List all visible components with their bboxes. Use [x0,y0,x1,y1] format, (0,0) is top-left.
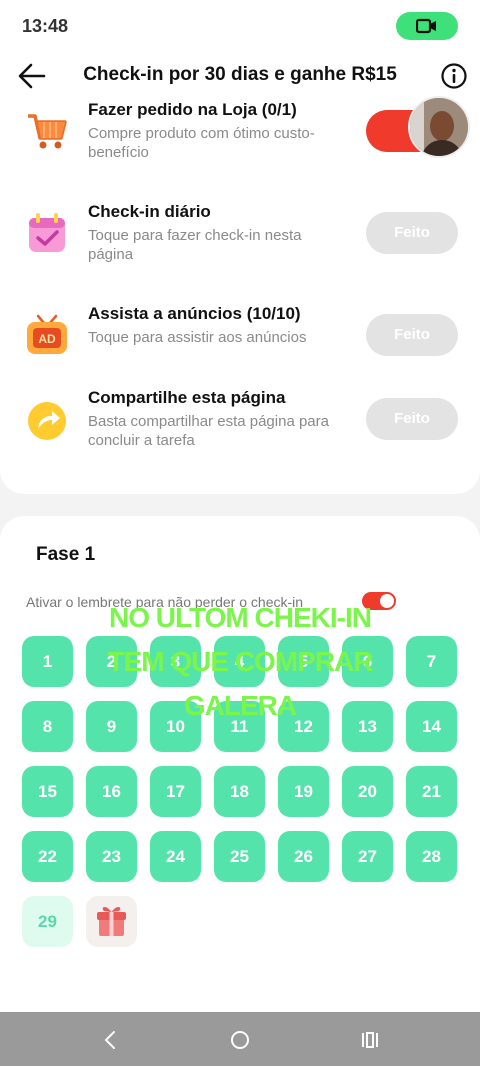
day-cell[interactable]: 21 [406,766,457,817]
nav-recents-icon[interactable] [356,1026,384,1054]
video-camera-icon [416,18,436,34]
day-cell[interactable]: 7 [406,636,457,687]
phase-title: Fase 1 [36,544,96,565]
day-cell[interactable]: 5 [278,636,329,687]
nav-back-icon[interactable] [96,1026,124,1054]
day-cell[interactable]: 13 [342,701,393,752]
calendar-check-icon [29,213,65,252]
task-description: Compre produto com ótimo custo-benefício [88,125,315,161]
done-button[interactable]: Feito [366,212,458,254]
info-icon[interactable] [440,62,468,90]
day-cell[interactable]: 29 [22,896,73,947]
reminder-label: Ativar o lembrete para não perder o chec… [26,594,304,610]
task-daily-checkin: Check-in diário Toque para fazer check-i… [0,202,480,282]
day-cell[interactable]: 24 [150,831,201,882]
day-cell[interactable]: 16 [86,766,137,817]
day-cell[interactable]: 23 [86,831,137,882]
phase-card: Fase 1 Ativar o lembrete para não perder… [0,516,480,1012]
tasks-card: Fazer pedido na Loja (0/1) Compre produt… [0,100,480,494]
task-title: Check-in diário [88,202,211,221]
floating-avatar[interactable] [408,96,470,158]
task-watch-ads: AD Assista a anúncios (10/10) Toque para… [0,304,480,384]
day-cell[interactable]: 6 [342,636,393,687]
task-description: Toque para assistir aos anúncios [88,329,307,346]
day-cell[interactable]: 17 [150,766,201,817]
day-cell[interactable]: 25 [214,831,265,882]
gift-icon [97,906,126,936]
task-store-order: Fazer pedido na Loja (0/1) Compre produt… [0,100,480,180]
day-cell[interactable]: 12 [278,701,329,752]
system-nav-bar [0,1012,480,1066]
done-button[interactable]: Feito [366,398,458,440]
day-cell[interactable]: 15 [22,766,73,817]
svg-text:AD: AD [38,332,56,346]
day-cell[interactable]: 2 [86,636,137,687]
day-cell[interactable]: 26 [278,831,329,882]
day-cell[interactable]: 18 [214,766,265,817]
task-title: Assista a anúncios (10/10) [88,304,301,323]
nav-home-icon[interactable] [226,1026,254,1054]
day-cell[interactable]: 14 [406,701,457,752]
day-cell[interactable]: 1 [22,636,73,687]
day-cell[interactable]: 27 [342,831,393,882]
tv-ad-icon: AD [27,314,67,354]
day-cell[interactable]: 11 [214,701,265,752]
day-cell[interactable]: 10 [150,701,201,752]
reminder-toggle[interactable] [362,592,396,610]
day-cell[interactable]: 28 [406,831,457,882]
task-title: Compartilhe esta página [88,388,286,407]
page-header: Check-in por 30 dias e ganhe R$15 [0,52,480,100]
task-description: Toque para fazer check-in nesta página [88,227,302,263]
task-title: Fazer pedido na Loja (0/1) [88,100,297,119]
status-time: 13:48 [22,16,69,36]
shopping-cart-icon [28,114,67,149]
gift-reward-cell[interactable] [86,896,137,947]
day-cell[interactable]: 3 [150,636,201,687]
day-cell[interactable]: 8 [22,701,73,752]
done-button[interactable]: Feito [366,314,458,356]
page-title: Check-in por 30 dias e ganhe R$15 [83,64,397,85]
day-cell[interactable]: 19 [278,766,329,817]
task-share-page: Compartilhe esta página Basta compartilh… [0,388,480,468]
day-cell[interactable]: 20 [342,766,393,817]
task-description: Basta compartilhar esta página para conc… [88,413,329,449]
day-cell[interactable]: 9 [86,701,137,752]
screen-record-indicator[interactable] [396,12,458,40]
status-bar: 13:48 [0,0,480,52]
day-cell[interactable]: 4 [214,636,265,687]
arrow-left-icon[interactable] [14,58,50,94]
share-arrow-icon [28,402,66,440]
day-cell[interactable]: 22 [22,831,73,882]
